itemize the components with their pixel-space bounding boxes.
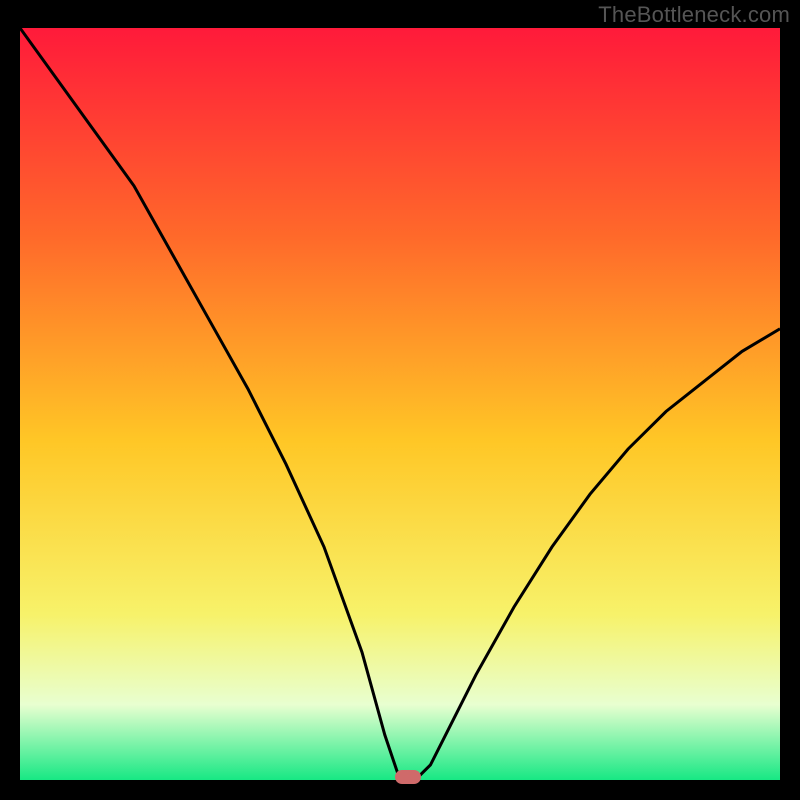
watermark-text: TheBottleneck.com (598, 2, 790, 28)
chart-frame: TheBottleneck.com (0, 0, 800, 800)
plot-area (20, 28, 780, 780)
optimum-marker-icon (395, 770, 421, 784)
chart-svg (20, 28, 780, 780)
gradient-background (20, 28, 780, 780)
